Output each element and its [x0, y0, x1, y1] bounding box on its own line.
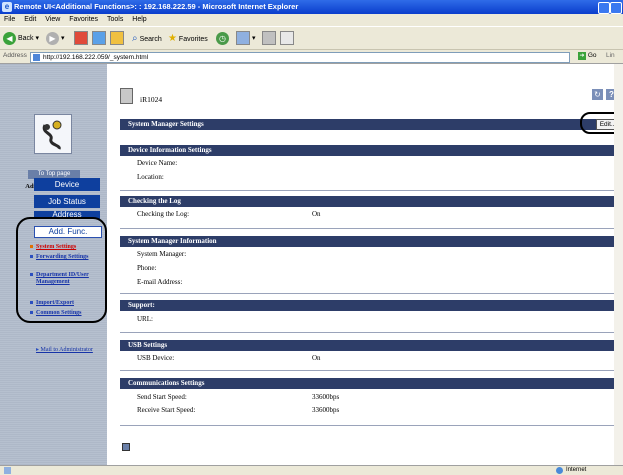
- menu-view[interactable]: View: [45, 16, 60, 23]
- field-value: 33600bps: [312, 406, 340, 414]
- zone-label: Internet: [566, 467, 587, 473]
- page-icon: [33, 54, 40, 61]
- field-value: On: [312, 210, 321, 218]
- window-title: Remote UI<Additional Functions>: : 192.1…: [14, 2, 299, 11]
- search-icon: ⌕: [132, 33, 138, 44]
- print-button[interactable]: [262, 31, 276, 47]
- print-icon: [262, 31, 276, 46]
- edit-page-icon: [280, 31, 294, 46]
- field-value: On: [312, 354, 321, 362]
- mail-icon: [236, 31, 250, 46]
- bullet-icon: ▸: [36, 347, 40, 353]
- refresh-button[interactable]: [92, 31, 106, 47]
- divider: [120, 293, 623, 294]
- section-header: Checking the Log: [120, 196, 623, 207]
- home-icon: [110, 31, 124, 46]
- field-label: E-mail Address:: [137, 278, 183, 286]
- refresh-page-icon[interactable]: ↻: [592, 89, 603, 100]
- ie-icon: e: [2, 2, 12, 12]
- field-label: Device Name:: [137, 159, 178, 167]
- section-header: Support:: [120, 300, 623, 311]
- section-header: Communications Settings: [120, 378, 623, 389]
- links-label[interactable]: Lin: [606, 52, 615, 59]
- address-bar: Address http://192.168.222.059/_system.h…: [0, 50, 623, 64]
- minimize-button[interactable]: [598, 2, 610, 14]
- favorites-button[interactable]: ★ Favorites: [168, 31, 208, 47]
- history-icon: ◷: [216, 31, 229, 45]
- stop-button[interactable]: [74, 31, 88, 47]
- menu-favorites[interactable]: Favorites: [69, 16, 98, 23]
- vertical-scrollbar[interactable]: [614, 64, 623, 465]
- field-label: Checking the Log:: [137, 210, 190, 218]
- device-logo-icon: [42, 120, 62, 150]
- address-label: Address: [3, 52, 27, 59]
- field-value: 33600bps: [312, 393, 340, 401]
- divider: [120, 332, 623, 333]
- printer-device-icon: [120, 88, 133, 104]
- maximize-button[interactable]: [610, 2, 622, 14]
- section-header: USB Settings: [120, 340, 623, 351]
- page-status-icon: [4, 467, 11, 474]
- menu-edit[interactable]: Edit: [24, 16, 36, 23]
- menu-help[interactable]: Help: [132, 16, 146, 23]
- back-arrow-icon: ◀: [3, 31, 16, 45]
- field-label: Receive Start Speed:: [137, 406, 196, 414]
- back-button[interactable]: ◀ Back ▾: [3, 31, 39, 47]
- menu-file[interactable]: File: [4, 16, 15, 23]
- divider: [120, 228, 623, 229]
- go-arrow-icon: ➜: [578, 52, 586, 60]
- page-header: System Manager Settings: [120, 119, 623, 130]
- edit-page-button[interactable]: [280, 31, 294, 47]
- mail-button[interactable]: ▾: [236, 31, 255, 47]
- divider: [120, 190, 623, 191]
- back-to-top-icon[interactable]: [122, 443, 130, 451]
- section-header: System Manager Information: [120, 236, 623, 247]
- address-url: http://192.168.222.059/_system.html: [43, 54, 149, 61]
- forward-arrow-icon: ▶: [46, 31, 59, 45]
- menu-tools[interactable]: Tools: [107, 16, 123, 23]
- divider: [120, 370, 623, 371]
- go-button[interactable]: ➜ Go: [578, 52, 596, 60]
- star-icon: ★: [168, 33, 177, 44]
- printer-logo[interactable]: [34, 114, 72, 154]
- device-model: iR1024: [140, 95, 163, 104]
- home-button[interactable]: [110, 31, 124, 47]
- toolbar: ◀ Back ▾ ▶ ▾ ⌕ Search ★ Favorites ◷ ▾: [0, 26, 623, 50]
- menu-bar: File Edit View Favorites Tools Help: [0, 14, 623, 26]
- address-input[interactable]: http://192.168.222.059/_system.html: [30, 52, 570, 63]
- field-label: Send Start Speed:: [137, 393, 187, 401]
- mail-to-admin-link[interactable]: ▸ Mail to Administrator: [36, 347, 106, 354]
- status-bar: Internet: [0, 465, 623, 475]
- stop-icon: [74, 31, 88, 46]
- field-label: USB Device:: [137, 354, 175, 362]
- nav-job-status[interactable]: Job Status: [34, 195, 100, 208]
- forward-button[interactable]: ▶ ▾: [46, 31, 65, 47]
- highlight-oval-left: [16, 217, 107, 323]
- field-label: Phone:: [137, 264, 157, 272]
- window-title-bar: e Remote UI<Additional Functions>: : 192…: [0, 0, 623, 14]
- field-label: Location:: [137, 173, 164, 181]
- refresh-icon: [92, 31, 106, 46]
- history-button[interactable]: ◷: [216, 31, 231, 47]
- divider: [120, 425, 623, 426]
- globe-icon: [556, 467, 563, 474]
- section-header: Device Information Settings: [120, 145, 623, 156]
- nav-device-label[interactable]: Device: [34, 178, 100, 191]
- field-label: URL:: [137, 315, 153, 323]
- search-button[interactable]: ⌕ Search: [132, 31, 162, 47]
- field-label: System Manager:: [137, 250, 187, 258]
